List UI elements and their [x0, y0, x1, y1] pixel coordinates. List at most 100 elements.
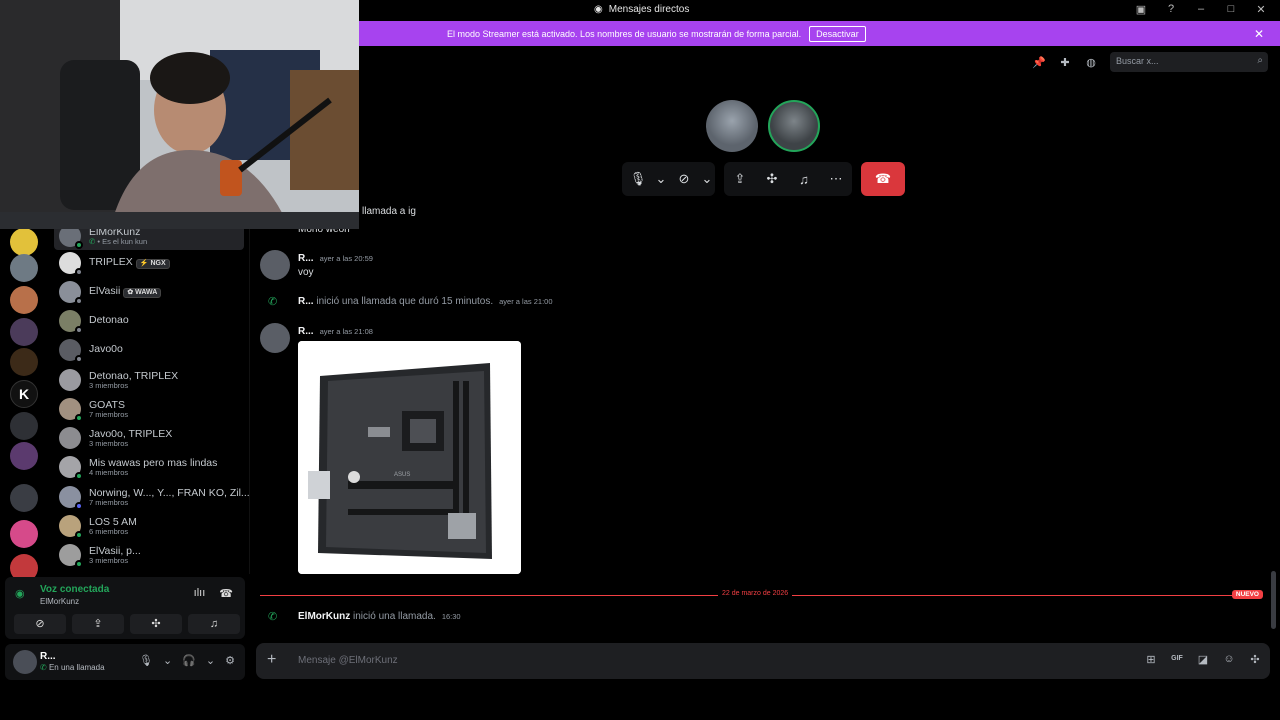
microphone-icon[interactable]: 🎙 — [622, 171, 654, 187]
chevron-down-icon[interactable]: ⌄ — [654, 171, 668, 187]
avatar[interactable] — [260, 323, 290, 353]
status-indicator — [75, 297, 83, 305]
member-count: 3 miembros — [89, 380, 129, 390]
server-icon[interactable] — [10, 254, 38, 282]
add-attachment-icon[interactable]: + — [267, 652, 276, 668]
chat-messages: llamada a ig Mono weón R... ayer a las 20… — [250, 206, 1280, 641]
pin-icon[interactable]: 📌 — [1032, 56, 1046, 69]
message-header: R... ayer a las 20:59 — [298, 253, 373, 264]
message-composer[interactable]: + Mensaje @ElMorKunz ⊞ GIF ◪ ☺ ✣ — [256, 643, 1270, 679]
server-icon[interactable] — [10, 442, 38, 470]
audio-video-controls: 🎙 ⌄ ⊘ ⌄ — [622, 162, 715, 196]
maximize-button[interactable]: □ — [1224, 3, 1238, 16]
signal-icon[interactable]: ◉ — [15, 587, 33, 605]
message-author[interactable]: ElMorKunz — [298, 611, 350, 622]
group-avatar — [59, 427, 81, 449]
avatar — [59, 310, 83, 334]
dm-item[interactable]: ElVasii ✿ WAWA — [54, 278, 244, 306]
message-author[interactable]: R... — [298, 253, 314, 264]
hang-up-button[interactable]: ☎ — [861, 162, 905, 196]
status-indicator — [75, 241, 83, 249]
message-author[interactable]: R... — [298, 296, 314, 307]
group-avatar — [59, 544, 83, 568]
phone-icon: ✆ — [268, 611, 278, 623]
server-icon[interactable] — [10, 520, 38, 548]
server-icon[interactable] — [10, 318, 38, 346]
user-name[interactable]: R... — [40, 651, 56, 662]
dm-item[interactable]: LOS 5 AM 6 miembros — [54, 512, 244, 540]
disable-streamer-button[interactable]: Desactivar — [809, 25, 866, 42]
dm-name: TRIPLEX — [89, 256, 133, 269]
chevron-down-icon[interactable]: ⌄ — [206, 654, 215, 667]
add-friend-icon[interactable]: ✚ — [1058, 56, 1072, 69]
help-icon[interactable]: ? — [1164, 3, 1178, 16]
emoji-icon[interactable]: ☺ — [1222, 653, 1236, 666]
more-icon[interactable]: ⋯ — [820, 171, 852, 187]
user-status: ✆ En una llamada — [40, 663, 105, 672]
camera-off-icon[interactable]: ⊘ — [668, 171, 700, 187]
dm-list: ElMorKunz ✆ • Es el kun kun TRIPLEX ⚡ NGX… — [48, 222, 250, 574]
member-count: 6 miembros — [89, 526, 129, 536]
server-icon[interactable] — [10, 348, 38, 376]
group-avatar — [59, 456, 83, 480]
clan-tag-text: NGX — [150, 260, 166, 268]
dm-item[interactable]: Mis wawas pero mas lindas 4 miembros — [54, 453, 244, 481]
screen-share-button[interactable]: ⇪ — [72, 614, 124, 634]
search-placeholder: Buscar x... — [1116, 56, 1159, 66]
discord-icon: ◉ — [594, 4, 603, 15]
call-participant-avatar[interactable] — [768, 100, 820, 152]
chevron-down-icon[interactable]: ⌄ — [700, 171, 714, 187]
dm-item[interactable]: TRIPLEX ⚡ NGX — [54, 249, 244, 277]
streamer-message: El modo Streamer está activado. Los nomb… — [447, 28, 802, 39]
disconnect-icon[interactable]: ☎ — [219, 587, 233, 600]
dm-item[interactable]: Detonao — [54, 307, 244, 335]
chat-scrollbar[interactable] — [1271, 571, 1276, 629]
inbox-icon[interactable]: ▣ — [1134, 3, 1148, 16]
search-input[interactable]: Buscar x... ⌕ — [1110, 52, 1268, 72]
voice-status-title[interactable]: Voz conectada — [40, 584, 109, 595]
server-icon[interactable] — [10, 554, 38, 578]
camera-off-button[interactable]: ⊘ — [14, 614, 66, 634]
avatar[interactable] — [260, 250, 290, 280]
call-system-message: R... inició una llamada que duró 15 minu… — [298, 296, 553, 307]
activities-icon[interactable]: ✣ — [756, 171, 788, 187]
sticker-icon[interactable]: ◪ — [1196, 653, 1210, 666]
dm-item[interactable]: Detonao, TRIPLEX 3 miembros — [54, 366, 244, 394]
call-participant-avatar[interactable] — [706, 100, 758, 152]
server-icon[interactable] — [10, 484, 38, 512]
gift-icon[interactable]: ⊞ — [1144, 653, 1158, 666]
headphones-icon[interactable]: 🎧 — [182, 654, 196, 667]
dm-name: Mis wawas pero mas lindas — [89, 456, 218, 469]
server-icon[interactable] — [10, 412, 38, 440]
close-window-button[interactable]: ✕ — [1254, 3, 1268, 16]
chevron-down-icon[interactable]: ⌄ — [163, 654, 172, 667]
clan-tag: ✿ WAWA — [123, 288, 162, 298]
dm-item[interactable]: Norwing, W..., Y..., FRAN KO, Zil... 7 mi… — [54, 483, 249, 511]
soundboard-icon[interactable]: ♫ — [788, 172, 820, 187]
voice-channel-name: ElMorKunz — [40, 597, 80, 606]
microphone-icon[interactable]: 🎙 — [139, 654, 153, 667]
profile-icon[interactable]: ◍ — [1084, 56, 1098, 69]
server-icon[interactable] — [10, 228, 38, 256]
soundboard-button[interactable]: ♫ — [188, 614, 240, 634]
close-icon[interactable]: ✕ — [1254, 27, 1264, 41]
server-icon[interactable]: K — [10, 380, 38, 408]
gear-icon[interactable]: ⚙ — [225, 654, 235, 667]
noise-suppression-icon[interactable]: ılıı — [194, 587, 206, 600]
dm-item[interactable]: ElVasii, p... 3 miembros — [54, 541, 244, 569]
dm-item[interactable]: GOATS 7 miembros — [54, 395, 244, 423]
screen-share-icon[interactable]: ⇪ — [724, 171, 756, 187]
image-attachment[interactable]: ASUS — [298, 341, 521, 574]
apps-icon[interactable]: ✣ — [1248, 653, 1262, 666]
message-author[interactable]: R... — [298, 326, 314, 337]
message-input-placeholder[interactable]: Mensaje @ElMorKunz — [298, 655, 398, 666]
avatar[interactable] — [13, 650, 37, 674]
minimize-button[interactable]: – — [1194, 3, 1208, 16]
server-icon[interactable] — [10, 286, 38, 314]
dm-item[interactable]: Javo0o, TRIPLEX 3 miembros — [54, 424, 244, 452]
message-timestamp: ayer a las 21:00 — [499, 297, 553, 306]
activities-button[interactable]: ✣ — [130, 614, 182, 634]
gif-icon[interactable]: GIF — [1170, 653, 1184, 666]
dm-item[interactable]: Javo0o — [54, 336, 244, 364]
clan-tag-text: WAWA — [135, 289, 158, 297]
